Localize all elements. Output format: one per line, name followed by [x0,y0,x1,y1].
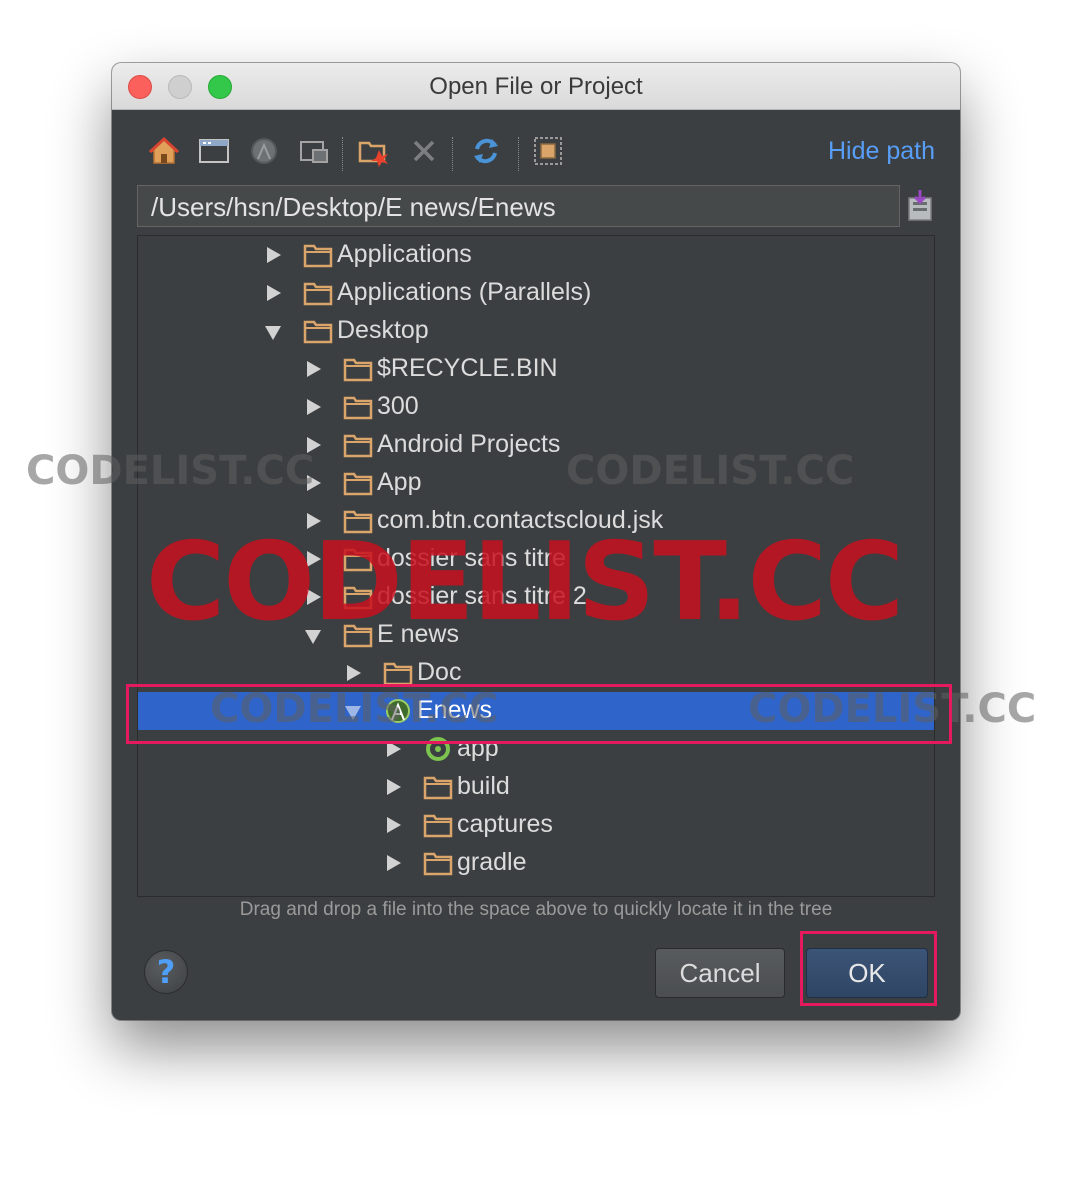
hide-path-link[interactable]: Hide path [828,137,935,166]
window-title: Open File or Project [429,73,643,100]
tree-row[interactable]: build [138,768,934,806]
tree-row-label: Enews [417,696,493,724]
file-tree[interactable]: Applications Applications (Parallels) Desk… [137,235,935,897]
collapsed-arrow-icon[interactable] [307,589,321,605]
collapsed-arrow-icon[interactable] [267,247,281,263]
tree-row-label: E news [377,620,459,648]
collapsed-arrow-icon[interactable] [387,817,401,833]
expanded-arrow-icon[interactable] [345,706,361,720]
collapsed-arrow-icon[interactable] [307,361,321,377]
expanded-arrow-icon[interactable] [305,630,321,644]
tree-row[interactable]: com.btn.contactscloud.jsk [138,502,934,540]
delete-icon[interactable] [406,133,442,169]
collapsed-arrow-icon[interactable] [307,513,321,529]
folder-icon [343,546,373,572]
folder-icon [303,242,333,268]
folder-icon [303,318,333,344]
tree-row-label: App [377,468,422,496]
new-project-folder-icon[interactable] [356,133,392,169]
tree-row[interactable]: Applications [138,236,934,274]
folder-icon [343,356,373,382]
tree-row[interactable]: Enews [138,692,934,730]
tree-row[interactable]: captures [138,806,934,844]
browse-path-icon[interactable] [908,188,932,222]
tree-row-label: $RECYCLE.BIN [377,354,558,382]
collapsed-arrow-icon[interactable] [307,475,321,491]
collapsed-arrow-icon[interactable] [347,665,361,681]
toolbar [146,133,566,173]
tree-row-label: app [457,734,499,762]
tree-row[interactable]: dossier sans titre [138,540,934,578]
open-file-dialog: Open File or Project Hide path /Users/hs… [112,63,960,1020]
tree-row-label: captures [457,810,553,838]
drag-drop-hint: Drag and drop a file into the space abov… [239,899,833,920]
tree-row[interactable]: dossier sans titre 2 [138,578,934,616]
tree-row[interactable]: Doc [138,654,934,692]
collapsed-arrow-icon[interactable] [307,551,321,567]
tree-row[interactable]: gradle [138,844,934,882]
tree-row-label: 300 [377,392,419,420]
tree-row-label: Doc [417,658,462,686]
path-input[interactable]: /Users/hsn/Desktop/E news/Enews [137,185,900,227]
folder-icon [303,280,333,306]
ok-button[interactable]: OK [806,948,928,998]
folder-icon [423,774,453,800]
tree-row[interactable]: $RECYCLE.BIN [138,350,934,388]
folder-icon [343,432,373,458]
toolbar-separator [342,137,343,171]
tree-row-label: Android Projects [377,430,561,458]
tree-row-label: dossier sans titre [377,544,566,572]
collapsed-arrow-icon[interactable] [307,437,321,453]
folder-icon [343,470,373,496]
tree-row[interactable]: App [138,464,934,502]
collapsed-arrow-icon[interactable] [267,285,281,301]
tree-row[interactable]: Android Projects [138,426,934,464]
collapsed-arrow-icon[interactable] [387,855,401,871]
tree-row[interactable]: E news [138,616,934,654]
help-button[interactable]: ? [144,950,188,994]
desktop-icon[interactable] [196,133,232,169]
android-icon[interactable] [246,133,282,169]
tree-row-label: Applications (Parallels) [337,278,592,306]
folder-icon [343,508,373,534]
folder-icon [383,660,413,686]
expanded-arrow-icon[interactable] [265,326,281,340]
title-bar: Open File or Project [112,63,960,110]
toolbar-separator [452,137,453,171]
folder-icon [343,584,373,610]
collapsed-arrow-icon[interactable] [387,741,401,757]
collapsed-arrow-icon[interactable] [387,779,401,795]
tree-row-label: com.btn.contactscloud.jsk [377,506,664,534]
folder-icon [423,850,453,876]
show-hidden-icon[interactable] [530,133,566,169]
cancel-button[interactable]: Cancel [655,948,785,998]
tree-row-label: Desktop [337,316,429,344]
home-icon[interactable] [146,133,182,169]
android-project-icon [383,698,413,724]
folder-icon [343,394,373,420]
collapsed-arrow-icon[interactable] [307,399,321,415]
new-folder-icon[interactable] [296,133,332,169]
refresh-icon[interactable] [468,133,504,169]
tree-row-label: gradle [457,848,527,876]
tree-row[interactable]: Desktop [138,312,934,350]
tree-row-label: Applications [337,240,472,268]
tree-row[interactable]: Applications (Parallels) [138,274,934,312]
tree-row[interactable]: 300 [138,388,934,426]
module-icon [423,736,453,762]
tree-row[interactable]: app [138,730,934,768]
folder-icon [343,622,373,648]
tree-row-label: dossier sans titre 2 [377,582,587,610]
tree-row-label: build [457,772,510,800]
folder-icon [423,812,453,838]
toolbar-separator [518,137,519,171]
